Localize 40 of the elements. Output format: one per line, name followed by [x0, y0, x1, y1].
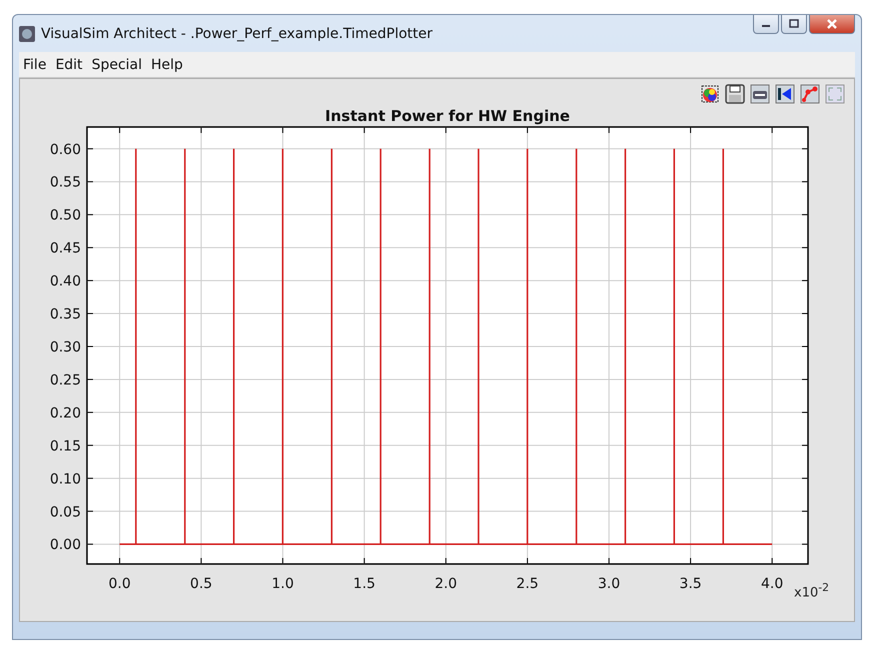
- menu-item[interactable]: Special: [92, 56, 142, 72]
- y-tick-label: 0.25: [50, 372, 81, 388]
- close-icon: [826, 18, 838, 30]
- palette-icon[interactable]: [699, 83, 721, 105]
- maximize-button[interactable]: [781, 15, 807, 34]
- x-tick-label: 1.5: [353, 576, 376, 592]
- y-tick-label: 0.00: [50, 537, 81, 554]
- window-title: VisualSim Architect - .Power_Perf_example.TimedPlotter: [41, 26, 434, 42]
- close-button[interactable]: [809, 15, 855, 34]
- y-tick-label: 0.05: [50, 504, 81, 520]
- menu-item[interactable]: File: [23, 56, 46, 72]
- y-tick-label: 0.30: [50, 340, 81, 356]
- y-tick-label: 0.45: [50, 240, 81, 257]
- y-tick-label: 0.55: [50, 174, 81, 191]
- floppy-disk-icon[interactable]: [724, 83, 746, 105]
- arrow-to-bar-icon[interactable]: [774, 83, 796, 105]
- x-tick-label: 3.5: [679, 576, 702, 592]
- x-tick-label: 1.0: [272, 576, 294, 592]
- minimize-button[interactable]: [753, 15, 779, 34]
- x-tick-label: 0.5: [190, 576, 212, 592]
- x-tick-label: 3.0: [598, 576, 620, 592]
- y-tick-label: 0.60: [50, 142, 81, 158]
- connected-points-icon[interactable]: [799, 83, 821, 105]
- y-tick-label: 0.40: [50, 274, 81, 290]
- printer-icon[interactable]: [749, 83, 771, 105]
- y-tick-label: 0.35: [50, 306, 81, 323]
- menu-item[interactable]: Help: [151, 56, 183, 72]
- axis-multiplier: x10$^{-2}$: [794, 581, 830, 600]
- y-tick-label: 0.15: [50, 438, 81, 454]
- x-tick-label: 4.0: [760, 576, 784, 592]
- chart-title: Instant Power for HW Engine: [325, 107, 570, 125]
- y-tick-label: 0.50: [50, 208, 81, 224]
- menu-item[interactable]: Edit: [55, 56, 83, 72]
- app-icon: [19, 26, 35, 42]
- y-tick-label: 0.20: [50, 405, 81, 422]
- x-tick-label: 2.0: [434, 576, 457, 592]
- maximize-icon: [789, 19, 799, 29]
- y-tick-label: 0.10: [50, 471, 81, 488]
- x-tick-label: 0.0: [108, 576, 131, 592]
- x-tick-label: 2.5: [516, 576, 539, 592]
